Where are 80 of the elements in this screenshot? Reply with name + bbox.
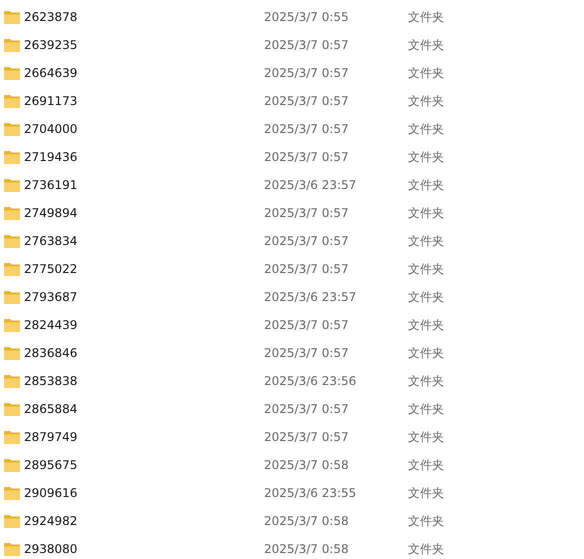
file-type: 文件夹: [408, 512, 444, 530]
file-type: 文件夹: [408, 288, 444, 306]
folder-icon: [4, 66, 20, 80]
file-type: 文件夹: [408, 36, 444, 54]
folder-icon: [4, 150, 20, 164]
folder-icon: [4, 262, 20, 276]
modified-date: 2025/3/7 0:57: [264, 430, 349, 444]
file-name[interactable]: 2749894: [24, 206, 78, 220]
folder-icon: [4, 486, 20, 500]
file-type: 文件夹: [408, 428, 444, 446]
file-type: 文件夹: [408, 8, 444, 26]
folder-icon: [4, 290, 20, 304]
folder-icon: [4, 94, 20, 108]
modified-date: 2025/3/7 0:57: [264, 234, 349, 248]
file-type: 文件夹: [408, 400, 444, 418]
file-type: 文件夹: [408, 372, 444, 390]
file-name[interactable]: 2853838: [24, 374, 78, 388]
file-name[interactable]: 2938080: [24, 542, 78, 556]
file-name[interactable]: 2704000: [24, 122, 78, 136]
modified-date: 2025/3/6 23:57: [264, 290, 356, 304]
folder-icon: [4, 38, 20, 52]
folder-icon: [4, 514, 20, 528]
folder-icon: [4, 122, 20, 136]
modified-date: 2025/3/7 0:57: [264, 318, 349, 332]
modified-date: 2025/3/7 0:57: [264, 94, 349, 108]
modified-date: 2025/3/6 23:55: [264, 486, 356, 500]
file-name[interactable]: 2691173: [24, 94, 78, 108]
file-name[interactable]: 2924982: [24, 514, 78, 528]
file-type: 文件夹: [408, 456, 444, 474]
modified-date: 2025/3/7 0:57: [264, 38, 349, 52]
modified-date: 2025/3/7 0:57: [264, 262, 349, 276]
file-name[interactable]: 2793687: [24, 290, 78, 304]
folder-icon: [4, 542, 20, 556]
file-name[interactable]: 2879749: [24, 430, 78, 444]
file-type: 文件夹: [408, 540, 444, 558]
file-name[interactable]: 2664639: [24, 66, 78, 80]
file-type: 文件夹: [408, 316, 444, 334]
file-name[interactable]: 2865884: [24, 402, 78, 416]
file-type: 文件夹: [408, 204, 444, 222]
file-name[interactable]: 2736191: [24, 178, 78, 192]
file-name[interactable]: 2775022: [24, 262, 78, 276]
modified-date: 2025/3/7 0:55: [264, 10, 349, 24]
file-name[interactable]: 2895675: [24, 458, 78, 472]
modified-date: 2025/3/7 0:57: [264, 66, 349, 80]
modified-date: 2025/3/7 0:57: [264, 346, 349, 360]
file-type: 文件夹: [408, 120, 444, 138]
modified-date: 2025/3/7 0:58: [264, 514, 349, 528]
file-type: 文件夹: [408, 176, 444, 194]
folder-icon: [4, 178, 20, 192]
file-type: 文件夹: [408, 484, 444, 502]
modified-date: 2025/3/7 0:58: [264, 458, 349, 472]
file-name[interactable]: 2639235: [24, 38, 78, 52]
folder-icon: [4, 10, 20, 24]
folder-icon: [4, 234, 20, 248]
modified-date: 2025/3/7 0:58: [264, 542, 349, 556]
file-name[interactable]: 2824439: [24, 318, 78, 332]
file-name[interactable]: 2836846: [24, 346, 78, 360]
folder-icon: [4, 458, 20, 472]
modified-date: 2025/3/7 0:57: [264, 122, 349, 136]
modified-date: 2025/3/6 23:57: [264, 178, 356, 192]
file-type: 文件夹: [408, 232, 444, 250]
folder-icon: [4, 206, 20, 220]
file-name[interactable]: 2909616: [24, 486, 78, 500]
modified-date: 2025/3/7 0:57: [264, 150, 349, 164]
folder-icon: [4, 318, 20, 332]
file-name[interactable]: 2763834: [24, 234, 78, 248]
file-type: 文件夹: [408, 148, 444, 166]
folder-icon: [4, 374, 20, 388]
file-type: 文件夹: [408, 344, 444, 362]
file-type: 文件夹: [408, 260, 444, 278]
file-name[interactable]: 2719436: [24, 150, 78, 164]
modified-date: 2025/3/7 0:57: [264, 206, 349, 220]
file-type: 文件夹: [408, 64, 444, 82]
folder-icon: [4, 346, 20, 360]
file-type: 文件夹: [408, 92, 444, 110]
folder-icon: [4, 402, 20, 416]
folder-icon: [4, 430, 20, 444]
file-name[interactable]: 2623878: [24, 10, 78, 24]
modified-date: 2025/3/7 0:57: [264, 402, 349, 416]
modified-date: 2025/3/6 23:56: [264, 374, 356, 388]
